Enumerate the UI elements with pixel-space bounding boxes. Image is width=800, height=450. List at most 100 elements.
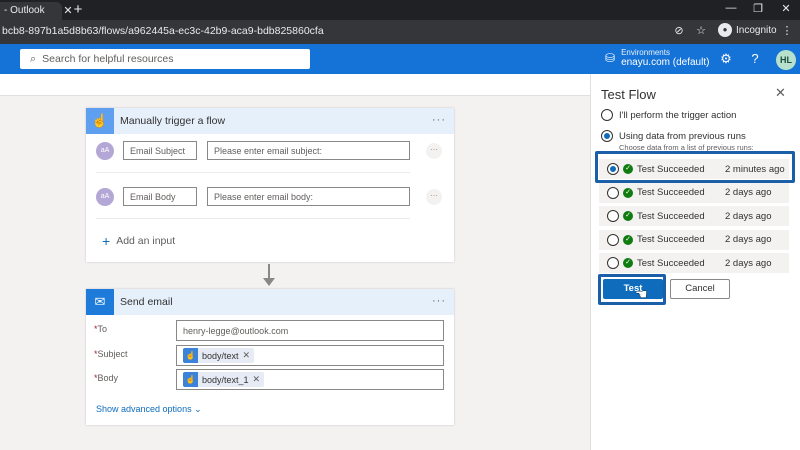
incognito-indicator[interactable]: ● Incognito [718,23,777,37]
option-manual-trigger[interactable]: I'll perform the trigger action [601,109,736,121]
body-label: *Body [94,373,119,383]
test-flow-panel: Test Flow ✕ I'll perform the trigger act… [590,74,800,450]
previous-run-row[interactable]: ✓ Test Succeeded 2 days ago [599,253,789,273]
to-label: *To [94,324,108,334]
incognito-icon: ● [718,23,732,37]
option-manual-label: I'll perform the trigger action [619,109,737,121]
success-check-icon: ✓ [623,234,633,245]
subject-input[interactable]: ☝ body/text ✕ [176,345,444,366]
panel-title: Test Flow [601,87,656,102]
send-email-card-title: Send email [120,296,173,308]
run-status: Test Succeeded [637,257,705,269]
input-name-field[interactable]: Email Body [123,187,197,206]
plus-icon: + [102,233,111,249]
to-input[interactable]: henry-legge@outlook.com [176,320,444,341]
user-avatar[interactable]: HL [776,50,796,70]
body-input[interactable]: ☝ body/text_1 ✕ [176,369,444,390]
radio-button[interactable] [607,233,619,246]
radio-button[interactable] [601,130,613,142]
run-status: Test Succeeded [637,210,705,222]
environment-icon: ⛁ [605,51,616,65]
more-options-icon[interactable]: ··· [432,114,446,126]
restore-window-icon[interactable]: ❐ [748,2,768,15]
url-text[interactable]: bcb8-897b1a5d8b63/flows/a962445a-ec3c-42… [2,25,324,37]
radio-button[interactable] [607,257,619,269]
environment-picker[interactable]: ⛁ Environments enayu.com (default) [605,48,709,68]
show-advanced-options-link[interactable]: Show advanced options ⌄ [96,404,202,415]
input-prompt-field[interactable]: Please enter email subject: [207,141,410,160]
run-time: 2 days ago [725,210,772,222]
success-check-icon: ✓ [623,258,633,268]
help-icon[interactable]: ? [747,51,763,66]
trigger-card: ☝ Manually trigger a flow ··· aA Email S… [86,108,454,262]
dynamic-content-token[interactable]: ☝ body/text_1 ✕ [183,372,265,387]
close-icon[interactable]: ✕ [775,85,786,101]
radio-button[interactable] [607,210,619,222]
subject-label: *Subject [94,349,128,359]
run-status: Test Succeeded [637,234,705,245]
to-value: henry-legge@outlook.com [183,325,289,336]
text-type-icon: aA [96,188,114,206]
star-icon[interactable]: ☆ [694,24,708,37]
trigger-card-header[interactable]: ☝ Manually trigger a flow ··· [86,108,454,134]
previous-run-row[interactable]: ✓ Test Succeeded 2 days ago [599,206,789,226]
success-check-icon: ✓ [623,187,633,198]
run-status: Test Succeeded [637,163,705,175]
divider [96,172,410,173]
dynamic-content-token[interactable]: ☝ body/text ✕ [183,348,255,363]
run-status: Test Succeeded [637,187,705,198]
mail-icon: ✉ [86,289,114,315]
trigger-input-row: aA Email Subject Please enter email subj… [96,139,446,163]
search-box[interactable]: ⌕ Search for helpful resources [20,49,310,69]
input-prompt-field[interactable]: Please enter email body: [207,187,410,206]
browser-address-bar: bcb8-897b1a5d8b63/flows/a962445a-ec3c-42… [0,20,800,44]
remove-token-icon[interactable]: ✕ [253,374,261,385]
hand-tap-icon: ☝ [86,108,114,134]
previous-run-row[interactable]: ✓ Test Succeeded 2 days ago [599,229,789,250]
arrow-down-icon [263,278,275,286]
send-email-card: ✉ Send email ··· *To henry-legge@outlook… [86,289,454,425]
trigger-input-row: aA Email Body Please enter email body: ·… [96,185,446,209]
trigger-card-title: Manually trigger a flow [120,115,226,127]
minimize-window-icon[interactable]: — [721,2,741,14]
radio-button[interactable] [601,109,613,121]
send-email-card-header[interactable]: ✉ Send email ··· [86,289,454,315]
run-time: 2 minutes ago [725,163,785,175]
chevron-down-icon: ⌄ [194,404,202,414]
input-more-icon[interactable]: ··· [426,143,442,159]
run-time: 2 days ago [725,187,772,198]
to-field-row: *To henry-legge@outlook.com [94,320,446,342]
previous-runs-hint: Choose data from a list of previous runs… [619,143,754,152]
hand-tap-icon: ☝ [183,348,198,363]
token-label: body/text [202,350,239,361]
cancel-button[interactable]: Cancel [670,279,730,299]
option-previous-label: Using data from previous runs [619,130,746,142]
browser-tab-title: - Outlook [4,5,45,16]
more-options-icon[interactable]: ··· [432,295,446,307]
divider [96,218,410,219]
input-more-icon[interactable]: ··· [426,189,442,205]
run-time: 2 days ago [725,257,772,269]
browser-menu-icon[interactable]: ⋮ [780,24,794,37]
search-placeholder: Search for helpful resources [42,53,174,65]
previous-run-row[interactable]: ✓ Test Succeeded 2 minutes ago [599,159,789,179]
close-window-icon[interactable]: ✕ [776,2,796,15]
new-tab-button[interactable]: + [72,1,84,18]
search-icon: ⌕ [30,52,37,65]
success-check-icon: ✓ [623,164,633,174]
test-button[interactable]: Test [603,279,663,299]
eye-off-icon[interactable]: ⊘ [672,24,686,37]
radio-button[interactable] [607,163,619,175]
option-previous-runs[interactable]: Using data from previous runs [601,130,746,142]
success-check-icon: ✓ [623,211,633,221]
add-input-button[interactable]: + Add an input [102,233,175,249]
browser-tab[interactable]: - Outlook [0,2,62,20]
input-name-field[interactable]: Email Subject [123,141,197,160]
run-time: 2 days ago [725,234,772,245]
remove-token-icon[interactable]: ✕ [243,350,251,361]
radio-button[interactable] [607,186,619,199]
settings-gear-icon[interactable]: ⚙ [718,51,734,67]
text-type-icon: aA [96,142,114,160]
previous-run-row[interactable]: ✓ Test Succeeded 2 days ago [599,182,789,203]
add-input-label: Add an input [116,235,176,247]
